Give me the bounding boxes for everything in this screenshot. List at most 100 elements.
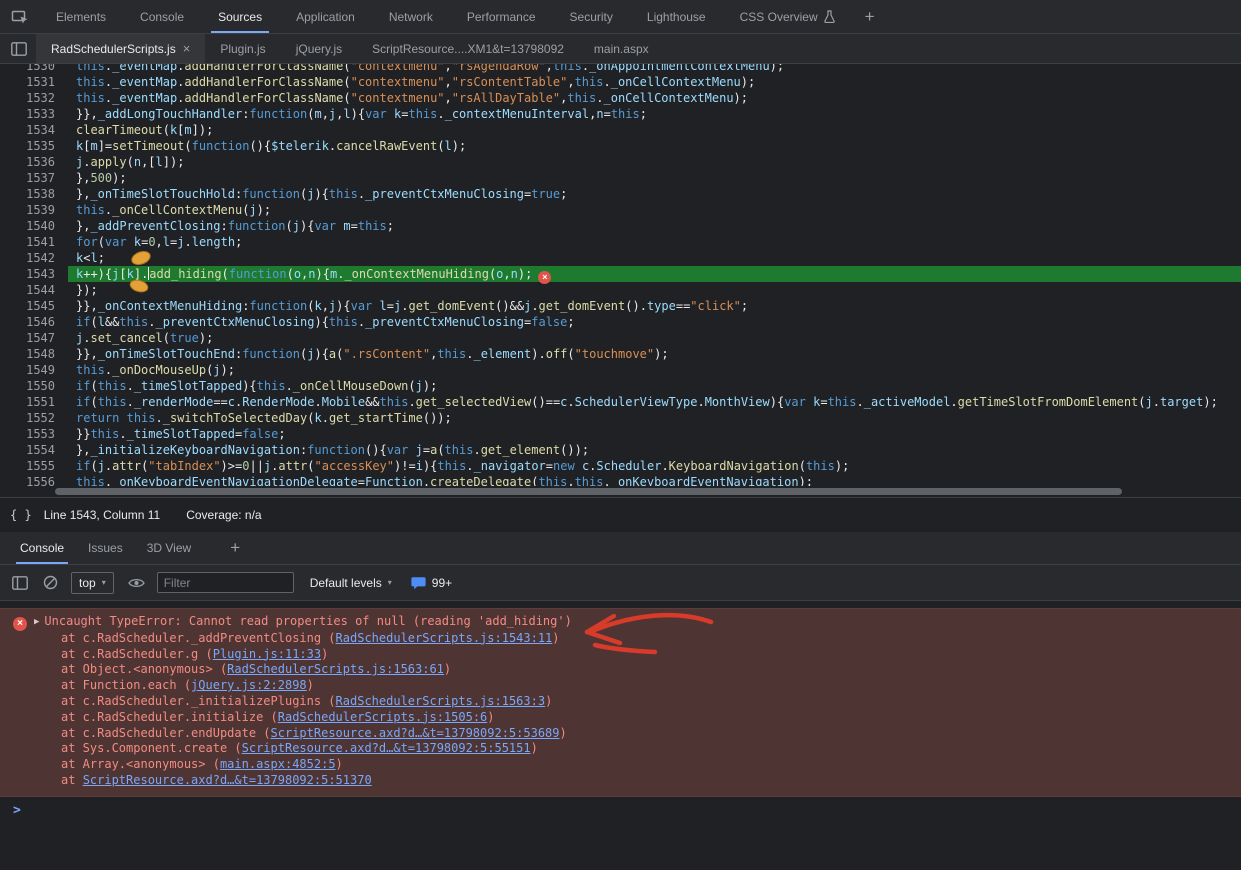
code-line-1551[interactable]: 1551if(this._renderMode==c.RenderMode.Mo…: [0, 394, 1241, 410]
context-selector[interactable]: top ▾: [71, 572, 114, 594]
code-line-1532[interactable]: 1532this._eventMap.addHandlerForClassNam…: [0, 90, 1241, 106]
line-number[interactable]: 1552: [0, 410, 68, 426]
code-line-1536[interactable]: 1536j.apply(n,[l]);: [0, 154, 1241, 170]
code-text[interactable]: k[m]=setTimeout(function(){$telerik.canc…: [68, 138, 1241, 154]
code-line-1539[interactable]: 1539this._onCellContextMenu(j);: [0, 202, 1241, 218]
code-text[interactable]: j.apply(n,[l]);: [68, 154, 1241, 170]
code-line-1534[interactable]: 1534clearTimeout(k[m]);: [0, 122, 1241, 138]
console-error-message[interactable]: × ▶Uncaught TypeError: Cannot read prope…: [0, 608, 1241, 797]
stack-frame-link[interactable]: ScriptResource.axd?d…&t=13798092:5:55151: [242, 741, 531, 755]
code-text[interactable]: },_addPreventClosing:function(j){var m=t…: [68, 218, 1241, 234]
code-line-1535[interactable]: 1535k[m]=setTimeout(function(){$telerik.…: [0, 138, 1241, 154]
stack-frame-link[interactable]: ScriptResource.axd?d…&t=13798092:5:51370: [83, 773, 372, 787]
code-text[interactable]: this._onKeyboardEventNavigationDelegate=…: [68, 474, 1241, 486]
code-line-1552[interactable]: 1552return this._switchToSelectedDay(k.g…: [0, 410, 1241, 426]
file-tab-radschedulerscripts-js[interactable]: RadSchedulerScripts.js×: [36, 34, 205, 63]
code-line-1547[interactable]: 1547j.set_cancel(true);: [0, 330, 1241, 346]
line-number[interactable]: 1549: [0, 362, 68, 378]
inspect-icon[interactable]: [11, 8, 29, 26]
code-line-1542[interactable]: 1542k<l;: [0, 250, 1241, 266]
pretty-print-button[interactable]: { }: [10, 508, 32, 522]
tab-security[interactable]: Security: [553, 0, 630, 33]
line-number[interactable]: 1548: [0, 346, 68, 362]
line-number[interactable]: 1543: [0, 266, 68, 282]
stack-frame-link[interactable]: ScriptResource.axd?d…&t=13798092:5:53689: [271, 726, 560, 740]
code-text[interactable]: }},_onContextMenuHiding:function(k,j){va…: [68, 298, 1241, 314]
disclosure-triangle-icon[interactable]: ▶: [34, 615, 39, 631]
code-line-1553[interactable]: 1553}}this._timeSlotTapped=false;: [0, 426, 1241, 442]
line-number[interactable]: 1530: [0, 64, 68, 74]
log-levels-dropdown[interactable]: Default levels ▾: [310, 576, 392, 590]
line-number[interactable]: 1531: [0, 74, 68, 90]
code-text[interactable]: }},_onTimeSlotTouchEnd:function(j){a(".r…: [68, 346, 1241, 362]
code-text[interactable]: if(j.attr("tabIndex")>=0||j.attr("access…: [68, 458, 1241, 474]
code-line-1554[interactable]: 1554},_initializeKeyboardNavigation:func…: [0, 442, 1241, 458]
line-number[interactable]: 1539: [0, 202, 68, 218]
code-text[interactable]: }},_addLongTouchHandler:function(m,j,l){…: [68, 106, 1241, 122]
filter-input[interactable]: [157, 572, 294, 593]
code-text[interactable]: this._eventMap.addHandlerForClassName("c…: [68, 90, 1241, 106]
line-number[interactable]: 1540: [0, 218, 68, 234]
tab-performance[interactable]: Performance: [450, 0, 553, 33]
code-text[interactable]: },_onTimeSlotTouchHold:function(j){this.…: [68, 186, 1241, 202]
line-number[interactable]: 1538: [0, 186, 68, 202]
scrollbar-thumb[interactable]: [55, 488, 1122, 495]
source-editor[interactable]: 1530this._eventMap.addHandlerForClassNam…: [0, 64, 1241, 486]
file-tab-scriptresource-xm1-t-13798092[interactable]: ScriptResource....XM1&t=13798092: [357, 34, 579, 63]
console-prompt[interactable]: >: [0, 802, 1241, 820]
code-text[interactable]: },_initializeKeyboardNavigation:function…: [68, 442, 1241, 458]
tab-sources[interactable]: Sources: [201, 0, 279, 33]
file-tab-main-aspx[interactable]: main.aspx: [579, 34, 664, 63]
code-text[interactable]: if(this._timeSlotTapped){this._onCellMou…: [68, 378, 1241, 394]
close-tab-icon[interactable]: ×: [183, 42, 191, 55]
code-text[interactable]: for(var k=0,l=j.length;: [68, 234, 1241, 250]
line-number[interactable]: 1554: [0, 442, 68, 458]
code-text[interactable]: k<l;: [68, 250, 1241, 266]
line-number[interactable]: 1545: [0, 298, 68, 314]
code-line-1556[interactable]: 1556this._onKeyboardEventNavigationDeleg…: [0, 474, 1241, 486]
line-number[interactable]: 1533: [0, 106, 68, 122]
stack-frame-link[interactable]: RadSchedulerScripts.js:1543:11: [336, 631, 553, 645]
code-line-1545[interactable]: 1545}},_onContextMenuHiding:function(k,j…: [0, 298, 1241, 314]
navigator-toggle-icon[interactable]: [11, 42, 27, 56]
stack-frame-link[interactable]: main.aspx:4852:5: [220, 757, 336, 771]
stack-frame-link[interactable]: RadSchedulerScripts.js:1505:6: [278, 710, 488, 724]
line-number[interactable]: 1534: [0, 122, 68, 138]
stack-frame-link[interactable]: RadSchedulerScripts.js:1563:61: [227, 662, 444, 676]
code-text[interactable]: this._onDocMouseUp(j);: [68, 362, 1241, 378]
code-line-1548[interactable]: 1548}},_onTimeSlotTouchEnd:function(j){a…: [0, 346, 1241, 362]
code-text[interactable]: this._onCellContextMenu(j);: [68, 202, 1241, 218]
drawer-tab-issues[interactable]: Issues: [76, 532, 135, 564]
more-drawer-tools-button[interactable]: +: [217, 532, 253, 564]
code-text[interactable]: this._eventMap.addHandlerForClassName("c…: [68, 64, 1241, 74]
stack-frame-link[interactable]: RadSchedulerScripts.js:1563:3: [336, 694, 546, 708]
code-text[interactable]: if(this._renderMode==c.RenderMode.Mobile…: [68, 394, 1241, 410]
console-sidebar-icon[interactable]: [12, 576, 28, 590]
code-line-1531[interactable]: 1531this._eventMap.addHandlerForClassNam…: [0, 74, 1241, 90]
code-text[interactable]: if(l&&this._preventCtxMenuClosing){this.…: [68, 314, 1241, 330]
live-expression-eye-icon[interactable]: [128, 577, 145, 589]
tab-css-overview[interactable]: CSS Overview: [723, 0, 852, 33]
line-number[interactable]: 1536: [0, 154, 68, 170]
tab-lighthouse[interactable]: Lighthouse: [630, 0, 723, 33]
code-text[interactable]: clearTimeout(k[m]);: [68, 122, 1241, 138]
code-line-1549[interactable]: 1549this._onDocMouseUp(j);: [0, 362, 1241, 378]
line-number[interactable]: 1550: [0, 378, 68, 394]
clear-console-icon[interactable]: [43, 575, 58, 590]
code-line-1544[interactable]: 1544});: [0, 282, 1241, 298]
code-line-1543[interactable]: 1543k++){j[k].add_hiding(function(o,n){m…: [0, 266, 1241, 282]
file-tab-plugin-js[interactable]: Plugin.js: [205, 34, 280, 63]
stack-frame-link[interactable]: Plugin.js:11:33: [213, 647, 321, 661]
stack-frame-link[interactable]: jQuery.js:2:2898: [191, 678, 307, 692]
code-line-1550[interactable]: 1550if(this._timeSlotTapped){this._onCel…: [0, 378, 1241, 394]
tab-elements[interactable]: Elements: [39, 0, 123, 33]
file-tab-jquery-js[interactable]: jQuery.js: [281, 34, 357, 63]
line-number[interactable]: 1553: [0, 426, 68, 442]
horizontal-scrollbar[interactable]: [0, 486, 1241, 497]
line-number[interactable]: 1541: [0, 234, 68, 250]
line-number[interactable]: 1546: [0, 314, 68, 330]
line-number[interactable]: 1555: [0, 458, 68, 474]
drawer-tab-3d-view[interactable]: 3D View: [135, 532, 203, 564]
tab-application[interactable]: Application: [279, 0, 372, 33]
code-line-1541[interactable]: 1541for(var k=0,l=j.length;: [0, 234, 1241, 250]
